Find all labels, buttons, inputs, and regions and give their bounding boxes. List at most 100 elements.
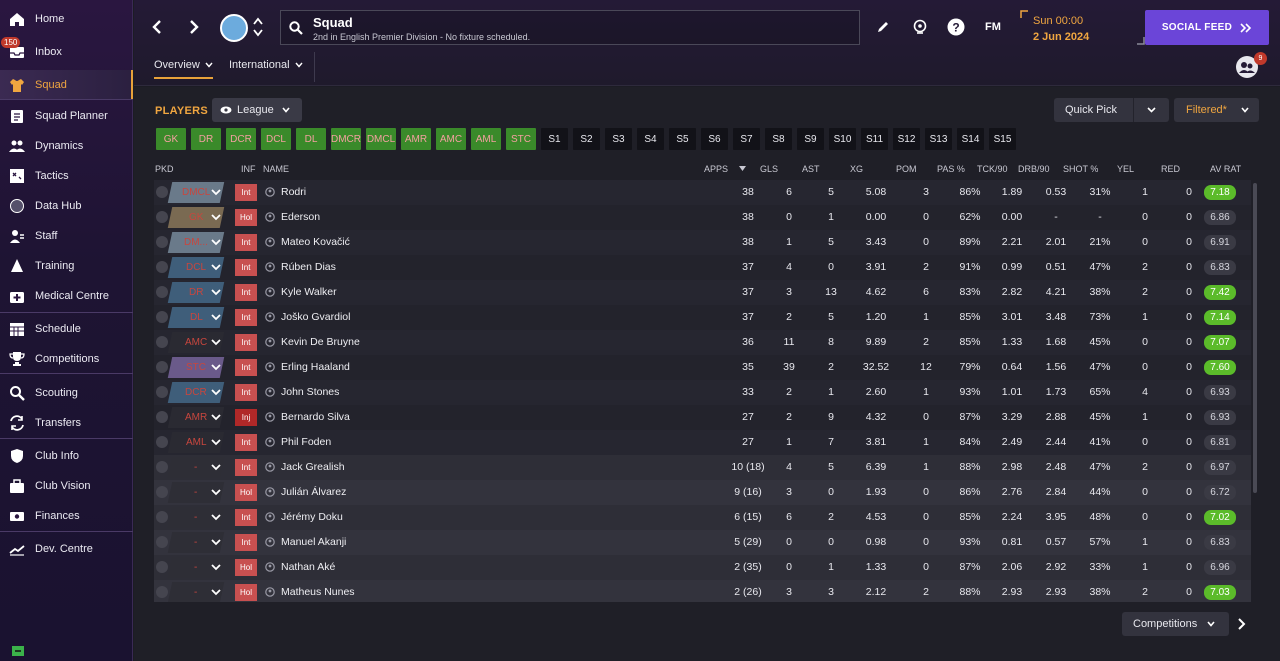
table-row[interactable]: STC Int Erling Haaland 35 39 2 32.52 12 79% 0.64 1…	[154, 355, 1251, 380]
chevron-down-icon[interactable]	[210, 236, 222, 248]
player-name[interactable]: Jack Grealish	[281, 461, 345, 473]
table-row[interactable]: - Int Jérémy Doku 6 (15) 6 2 4.53 0 85% 2.24 3.95 4…	[154, 505, 1251, 530]
player-name[interactable]: Rúben Dias	[281, 261, 336, 273]
chevron-down-icon[interactable]	[210, 311, 222, 323]
player-name[interactable]: Phil Foden	[281, 436, 331, 448]
chevron-down-icon[interactable]	[210, 586, 222, 598]
table-row[interactable]: GK Hol Ederson 38 0 1 0.00 0 62% 0.00 - - 0 0 6.86	[154, 205, 1251, 230]
chevron-down-icon[interactable]	[210, 211, 222, 223]
col-pom[interactable]: POM	[896, 164, 917, 174]
forward-button[interactable]	[183, 16, 205, 38]
position-filter-s2[interactable]: S2	[573, 128, 600, 150]
status-badge[interactable]: Int	[235, 184, 257, 201]
table-row[interactable]: AMR Inj Bernardo Silva 27 2 9 4.32 0 87% 3.29 2.88…	[154, 405, 1251, 430]
status-badge[interactable]: Int	[235, 309, 257, 326]
player-name[interactable]: Ederson	[281, 211, 320, 223]
player-name[interactable]: Manuel Akanji	[281, 536, 346, 548]
table-row[interactable]: - Hol Nathan Aké 2 (35) 0 1 1.33 0 87% 2.06 2.92 33…	[154, 555, 1251, 580]
status-badge[interactable]: Int	[235, 459, 257, 476]
position-filter-s15[interactable]: S15	[989, 128, 1016, 150]
pick-checkbox[interactable]	[156, 386, 168, 398]
sidebar-item-data-hub[interactable]: Data Hub	[0, 193, 133, 219]
position-filter-s7[interactable]: S7	[733, 128, 760, 150]
table-row[interactable]: DMCL Int Rodri 38 6 5 5.08 3 86% 1.89 0.53 31% 1 0 7.1…	[154, 180, 1251, 205]
back-button[interactable]	[146, 16, 168, 38]
col-xg[interactable]: XG	[850, 164, 863, 174]
chevron-down-icon[interactable]	[210, 486, 222, 498]
chevron-down-icon[interactable]	[210, 561, 222, 573]
player-name[interactable]: Joško Gvardiol	[281, 311, 350, 323]
table-row[interactable]: AMC Int Kevin De Bruyne 36 11 8 9.89 2 85% 1.33 1.…	[154, 330, 1251, 355]
col-inf[interactable]: INF	[241, 164, 256, 174]
status-badge[interactable]: Hol	[235, 484, 257, 501]
pick-checkbox[interactable]	[156, 586, 168, 598]
table-row[interactable]: DR Int Kyle Walker 37 3 13 4.62 6 83% 2.82 4.21 38%…	[154, 280, 1251, 305]
status-badge[interactable]: Int	[235, 284, 257, 301]
chevron-down-icon[interactable]	[210, 511, 222, 523]
pick-checkbox[interactable]	[156, 486, 168, 498]
tab-overview[interactable]: Overview	[154, 59, 213, 79]
player-name[interactable]: Erling Haaland	[281, 361, 350, 373]
sidebar-item-staff[interactable]: Staff	[0, 223, 133, 249]
sidebar-item-medical-centre[interactable]: Medical Centre	[0, 283, 133, 309]
col-pas[interactable]: PAS %	[937, 164, 965, 174]
position-filter-amc[interactable]: AMC	[436, 128, 466, 150]
player-name[interactable]: Bernardo Silva	[281, 411, 350, 423]
pick-checkbox[interactable]	[156, 236, 168, 248]
pick-checkbox[interactable]	[156, 261, 168, 273]
col-ast[interactable]: AST	[802, 164, 820, 174]
pick-checkbox[interactable]	[156, 311, 168, 323]
status-badge[interactable]: Int	[235, 234, 257, 251]
position-filter-s4[interactable]: S4	[637, 128, 664, 150]
fm-menu-button[interactable]: FM	[982, 18, 1004, 36]
status-badge[interactable]: Int	[235, 359, 257, 376]
player-name[interactable]: Kyle Walker	[281, 286, 337, 298]
table-row[interactable]: - Int Manuel Akanji 5 (29) 0 0 0.98 0 93% 0.81 0.5…	[154, 530, 1251, 555]
pick-checkbox[interactable]	[156, 211, 168, 223]
date-display[interactable]: Sun 00:00 2 Jun 2024	[1020, 10, 1145, 45]
status-badge[interactable]: Int	[235, 534, 257, 551]
chevron-down-icon[interactable]	[210, 436, 222, 448]
player-name[interactable]: Kevin De Bruyne	[281, 336, 360, 348]
sidebar-item-finances[interactable]: Finances	[0, 503, 133, 529]
club-badge[interactable]	[220, 14, 248, 42]
search-box[interactable]: Squad 2nd in English Premier Division - …	[280, 10, 860, 45]
filter-dropdown[interactable]: Filtered*	[1174, 98, 1259, 122]
position-filter-s14[interactable]: S14	[957, 128, 984, 150]
col-apps[interactable]: APPS	[704, 164, 728, 174]
player-name[interactable]: John Stones	[281, 386, 339, 398]
position-filter-dmcl[interactable]: DMCL	[366, 128, 396, 150]
sidebar-item-dev-centre[interactable]: Dev. Centre	[0, 536, 133, 562]
position-filter-s9[interactable]: S9	[797, 128, 824, 150]
player-name[interactable]: Mateo Kovačić	[281, 236, 350, 248]
status-badge[interactable]: Int	[235, 384, 257, 401]
sidebar-item-squad-planner[interactable]: Squad Planner	[0, 103, 133, 129]
col-drb[interactable]: DRB/90	[1018, 164, 1050, 174]
game-settings-button[interactable]	[911, 18, 929, 36]
chevron-down-icon[interactable]	[210, 186, 222, 198]
edit-button[interactable]	[874, 18, 892, 36]
status-badge[interactable]: Hol	[235, 209, 257, 226]
col-pkd[interactable]: PKD	[155, 164, 174, 174]
table-row[interactable]: DCL Int Rúben Dias 37 4 0 3.91 2 91% 0.99 0.51 47% 2…	[154, 255, 1251, 280]
table-row[interactable]: - Hol Matheus Nunes 2 (26) 3 3 2.12 2 88% 2.93 2.9…	[154, 580, 1251, 602]
sidebar-item-club-vision[interactable]: Club Vision	[0, 473, 133, 499]
pick-checkbox[interactable]	[156, 561, 168, 573]
position-filter-s12[interactable]: S12	[893, 128, 920, 150]
status-icon[interactable]	[12, 643, 24, 656]
status-badge[interactable]: Int	[235, 434, 257, 451]
table-row[interactable]: AML Int Phil Foden 27 1 7 3.81 1 84% 2.49 2.44 41% 0…	[154, 430, 1251, 455]
col-tck[interactable]: TCK/90	[977, 164, 1008, 174]
position-filter-gk[interactable]: GK	[156, 128, 186, 150]
player-name[interactable]: Rodri	[281, 186, 306, 198]
competitions-dropdown[interactable]: Competitions	[1122, 612, 1229, 636]
col-yel[interactable]: YEL	[1117, 164, 1134, 174]
chevron-right-icon[interactable]	[1235, 616, 1249, 632]
sidebar-item-home[interactable]: Home	[0, 6, 133, 32]
sidebar-item-training[interactable]: Training	[0, 253, 133, 279]
col-shot[interactable]: SHOT %	[1063, 164, 1098, 174]
tab-international[interactable]: International	[229, 59, 303, 71]
position-filter-s8[interactable]: S8	[765, 128, 792, 150]
social-feed-button[interactable]: SOCIAL FEED	[1145, 10, 1269, 45]
col-gls[interactable]: GLS	[760, 164, 778, 174]
